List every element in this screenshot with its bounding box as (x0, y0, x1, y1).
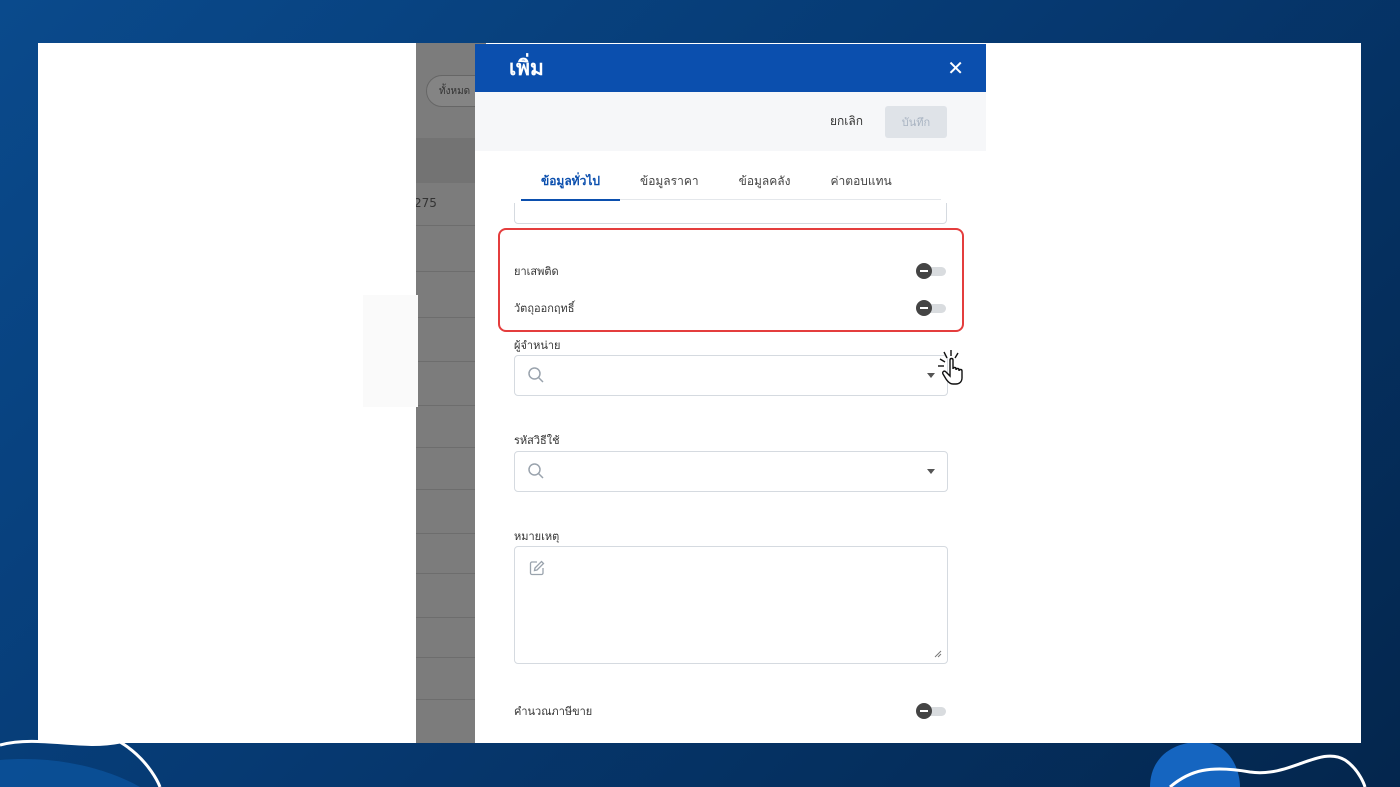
narcotic-toggle-row: ยาเสพติด (514, 262, 946, 280)
modal-tabs: ข้อมูลทั่วไป ข้อมูลราคา ข้อมูลคลัง ค่าตอ… (521, 168, 941, 201)
screenshot-frame: ทั้งหมด 275 เพิ่ม ✕ ยกเลิก บันทึก ข้อมูล… (38, 43, 1361, 743)
save-button[interactable]: บันทึก (885, 105, 947, 138)
modal-header: เพิ่ม ✕ (475, 44, 986, 92)
search-icon (528, 463, 544, 479)
supplier-label: ผู้จำหน่าย (514, 339, 561, 352)
psychotropic-label: วัตถุออกฤทธิ์ (514, 302, 575, 315)
tab-compensation[interactable]: ค่าตอบแทน (811, 168, 912, 200)
psychotropic-toggle-row: วัตถุออกฤทธิ์ (514, 299, 946, 317)
modal-title: เพิ่ม (509, 55, 544, 80)
note-label: หมายเหตุ (514, 530, 560, 543)
tab-pricing[interactable]: ข้อมูลราคา (620, 168, 719, 200)
narcotic-label: ยาเสพติด (514, 265, 559, 278)
resize-handle-icon[interactable] (934, 650, 942, 658)
usage-code-label: รหัสวิธีใช้ (514, 434, 560, 447)
supplier-select[interactable] (514, 355, 948, 396)
hand-cursor-icon (938, 350, 963, 385)
psychotropic-toggle[interactable] (916, 300, 946, 316)
close-icon[interactable]: ✕ (947, 56, 964, 80)
table-cell-value: 275 (416, 196, 437, 210)
edit-icon (529, 560, 545, 576)
tab-general-info[interactable]: ข้อมูลทั่วไป (521, 168, 620, 201)
chevron-down-icon (927, 373, 935, 378)
modal-action-bar: ยกเลิก บันทึก (475, 92, 986, 151)
tab-inventory[interactable]: ข้อมูลคลัง (719, 168, 811, 200)
sales-tax-label: คำนวณภาษีขาย (514, 705, 593, 718)
sales-tax-toggle-row: คำนวณภาษีขาย (514, 702, 946, 720)
narcotic-toggle[interactable] (916, 263, 946, 279)
add-item-modal: เพิ่ม ✕ ยกเลิก บันทึก ข้อมูลทั่วไป ข้อมู… (475, 44, 986, 743)
background-panel (363, 295, 418, 407)
chevron-down-icon (927, 469, 935, 474)
sales-tax-toggle[interactable] (916, 703, 946, 719)
cancel-button[interactable]: ยกเลิก (830, 112, 863, 131)
usage-code-select[interactable] (514, 451, 948, 492)
search-icon (528, 367, 544, 383)
note-textarea[interactable] (514, 546, 948, 664)
